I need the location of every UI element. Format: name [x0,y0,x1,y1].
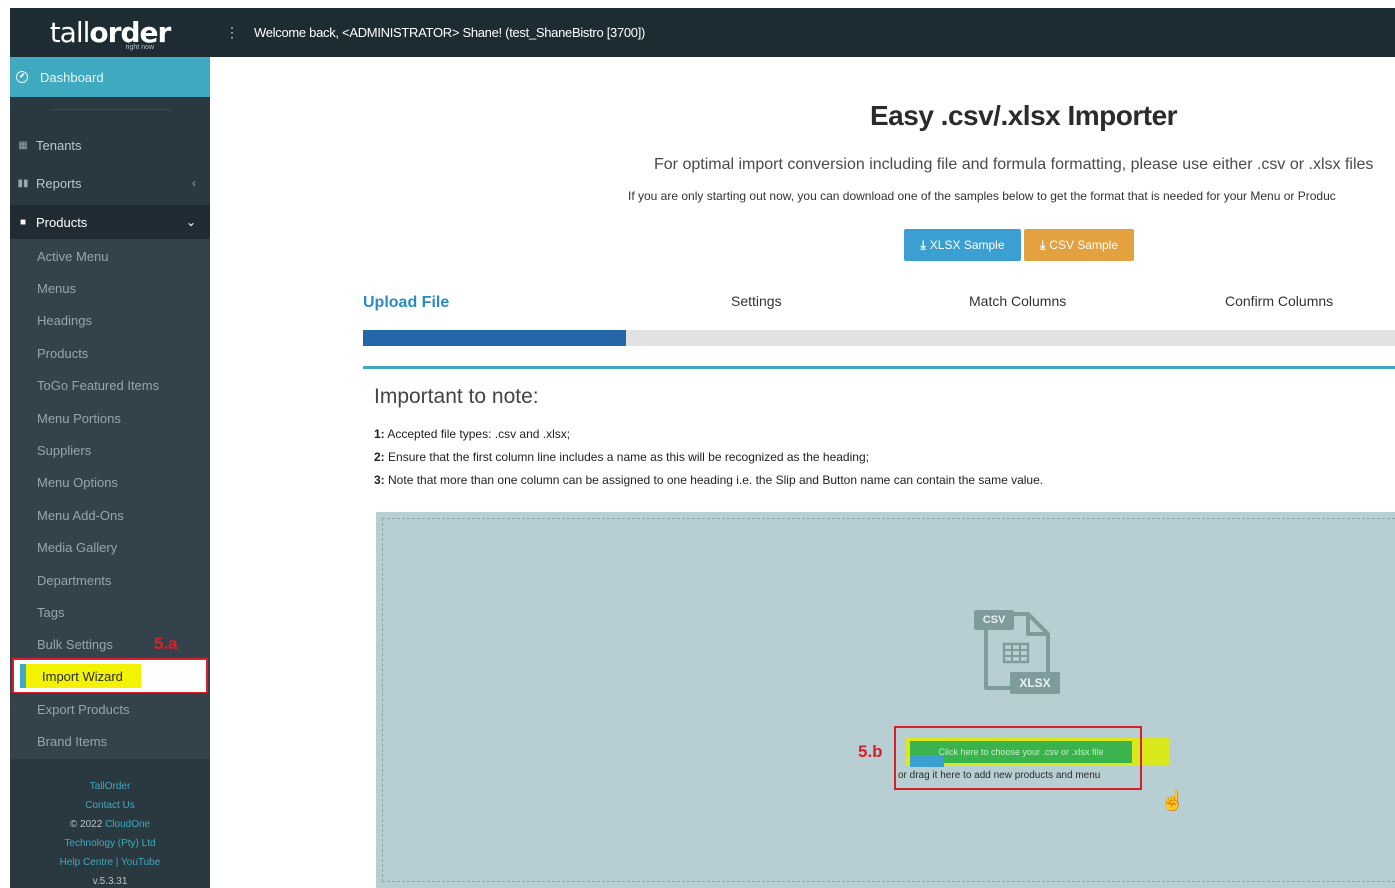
sidebar-subitem[interactable]: Departments [10,564,210,596]
step-upload-file[interactable]: Upload File [363,294,449,312]
sample-note: If you are only starting out now, you ca… [628,189,1336,203]
sidebar: Dashboard ▦ Tenants ▮▮ Reports ‹ ■ Produ… [10,57,210,888]
wizard-progress-bar [363,330,1395,346]
sidebar-item-label: Tags [37,604,65,620]
sidebar-item-label: ToGo Featured Items [37,378,160,394]
file-dropzone[interactable]: CSV XLSX 5.b Click here to choose your .… [376,512,1395,888]
logo-tall: tall [49,16,91,49]
footer-copyright: © 2022 CloudOne [10,815,210,834]
sidebar-subitem[interactable]: ToGo Featured Items [10,369,210,402]
sidebar-item-label: Departments [37,572,112,588]
sidebar-item-label: Tenants [36,137,82,153]
page-title: Easy .csv/.xlsx Importer [870,100,1178,131]
sidebar-subitem[interactable]: Bulk Settings [10,628,210,661]
sidebar-subitem[interactable]: Products [10,337,210,370]
footer-company-line[interactable]: Technology (Pty) Ltd [10,834,210,853]
section-divider [363,366,1395,369]
sidebar-item-label: Menu Options [37,475,118,491]
sidebar-item-tenants[interactable]: ▦ Tenants [10,130,210,160]
sidebar-footer: TallOrder Contact Us © 2022 CloudOne Tec… [10,777,210,888]
footer-company-link[interactable]: CloudOne [105,819,150,830]
page-subtitle: For optimal import conversion including … [654,156,1374,173]
sidebar-subitem[interactable]: Menus [10,272,210,305]
csv-tag: CSV [974,610,1014,630]
sidebar-subitem[interactable]: Brand Items [10,725,210,757]
step-match-columns[interactable]: Match Columns [969,293,1066,309]
sidebar-item-label: Import Wizard [26,664,141,688]
sidebar-subitem[interactable]: Active Menu [10,240,210,272]
sidebar-item-label: Dashboard [40,69,104,85]
tallorder-logo[interactable]: tall order right now [10,8,210,57]
sidebar-subitem[interactable]: Media Gallery [10,531,210,564]
sidebar-item-label: Products [37,345,89,361]
sidebar-subitem[interactable]: Headings [10,304,210,337]
progress-fill [363,330,627,346]
building-icon: ▦ [18,139,28,151]
footer-help-links[interactable]: Help Centre | YouTube [10,853,210,872]
sidebar-item-dashboard[interactable]: Dashboard [10,57,210,97]
sidebar-item-label: Products [36,214,88,230]
note-text: Ensure that the first column line includ… [388,450,869,464]
footer-tallorder-link[interactable]: TallOrder [10,777,210,796]
footer-contact-link[interactable]: Contact Us [10,796,210,815]
download-icon: ⤓ [920,237,926,252]
sidebar-item-label: Media Gallery [37,540,118,556]
footer-version: v.5.3.31 [92,876,128,887]
chevron-down-icon: ⌄ [185,215,196,229]
button-label: CSV Sample [1049,238,1118,252]
wizard-steps: Upload File Settings Match Columns Confi… [363,290,1395,320]
xlsx-sample-button[interactable]: ⤓ XLSX Sample [904,229,1021,261]
note-line-1: 1: Accepted file types: .csv and .xlsx; [374,427,570,441]
sidebar-subitem[interactable]: Menu Options [10,466,210,499]
top-bar: tall order right now ⋮ Welcome back, <ADM… [10,8,1395,57]
bar-chart-icon: ▮▮ [17,177,29,189]
welcome-message: Welcome back, <ADMINISTRATOR> Shane! (te… [254,25,646,40]
annotation-box [894,726,1142,790]
important-note-title: Important to note: [374,385,539,408]
note-text: Accepted file types: .csv and .xlsx; [387,427,571,441]
sidebar-item-products[interactable]: ■ Products ⌄ [10,205,210,239]
sidebar-item-label: Active Menu [37,248,109,264]
sidebar-item-label: Menus [37,280,77,296]
hand-cursor-icon: ☝ [1160,790,1185,812]
sidebar-item-label: Headings [37,313,92,329]
annotation-5a: 5.a [154,634,178,653]
sidebar-item-reports[interactable]: ▮▮ Reports ‹ [10,168,210,198]
dashboard-icon [16,71,28,83]
note-number: 2: [374,450,385,464]
sidebar-item-import-wizard[interactable]: Import Wizard [12,658,208,694]
sidebar-item-label: Menu Add-Ons [37,507,124,523]
sidebar-subitem[interactable]: Suppliers [10,434,210,467]
sidebar-subitem[interactable]: Menu Portions [10,402,210,434]
csv-xlsx-file-icon: CSV XLSX [974,610,1064,700]
note-number: 1: [374,427,385,441]
sidebar-item-label: Suppliers [37,442,92,458]
dropzone-border [382,518,1395,882]
download-icon: ⤓ [1039,237,1046,252]
menu-toggle-icon[interactable]: ⋮ [210,24,254,41]
note-text: Note that more than one column can be as… [388,473,1044,487]
note-line-2: 2: Ensure that the first column line inc… [374,450,869,464]
button-label: XLSX Sample [929,238,1005,252]
step-settings[interactable]: Settings [731,293,782,309]
annotation-5b: 5.b [858,742,883,761]
chevron-left-icon: ‹ [192,176,196,190]
step-confirm-columns[interactable]: Confirm Columns [1225,293,1333,309]
note-line-3: 3: Note that more than one column can be… [374,473,1043,487]
sidebar-subitem[interactable]: Tags [10,596,210,629]
sidebar-divider [50,109,170,110]
sidebar-item-label: Menu Portions [37,410,121,426]
note-number: 3: [374,473,385,487]
shopping-bag-icon: ■ [19,216,27,228]
sidebar-item-label: Bulk Settings [37,637,113,653]
sidebar-item-label: Export Products [37,701,130,717]
csv-sample-button[interactable]: ⤓ CSV Sample [1024,229,1134,261]
logo-tagline: right now [125,44,154,51]
sidebar-subitem[interactable]: Export Products [10,693,210,725]
sidebar-subitem[interactable]: Menu Add-Ons [10,499,210,532]
copyright-text: © 2022 [69,819,103,830]
sidebar-item-label: Brand Items [37,733,108,749]
sidebar-item-label: Reports [36,175,82,191]
xlsx-tag: XLSX [1010,672,1060,694]
